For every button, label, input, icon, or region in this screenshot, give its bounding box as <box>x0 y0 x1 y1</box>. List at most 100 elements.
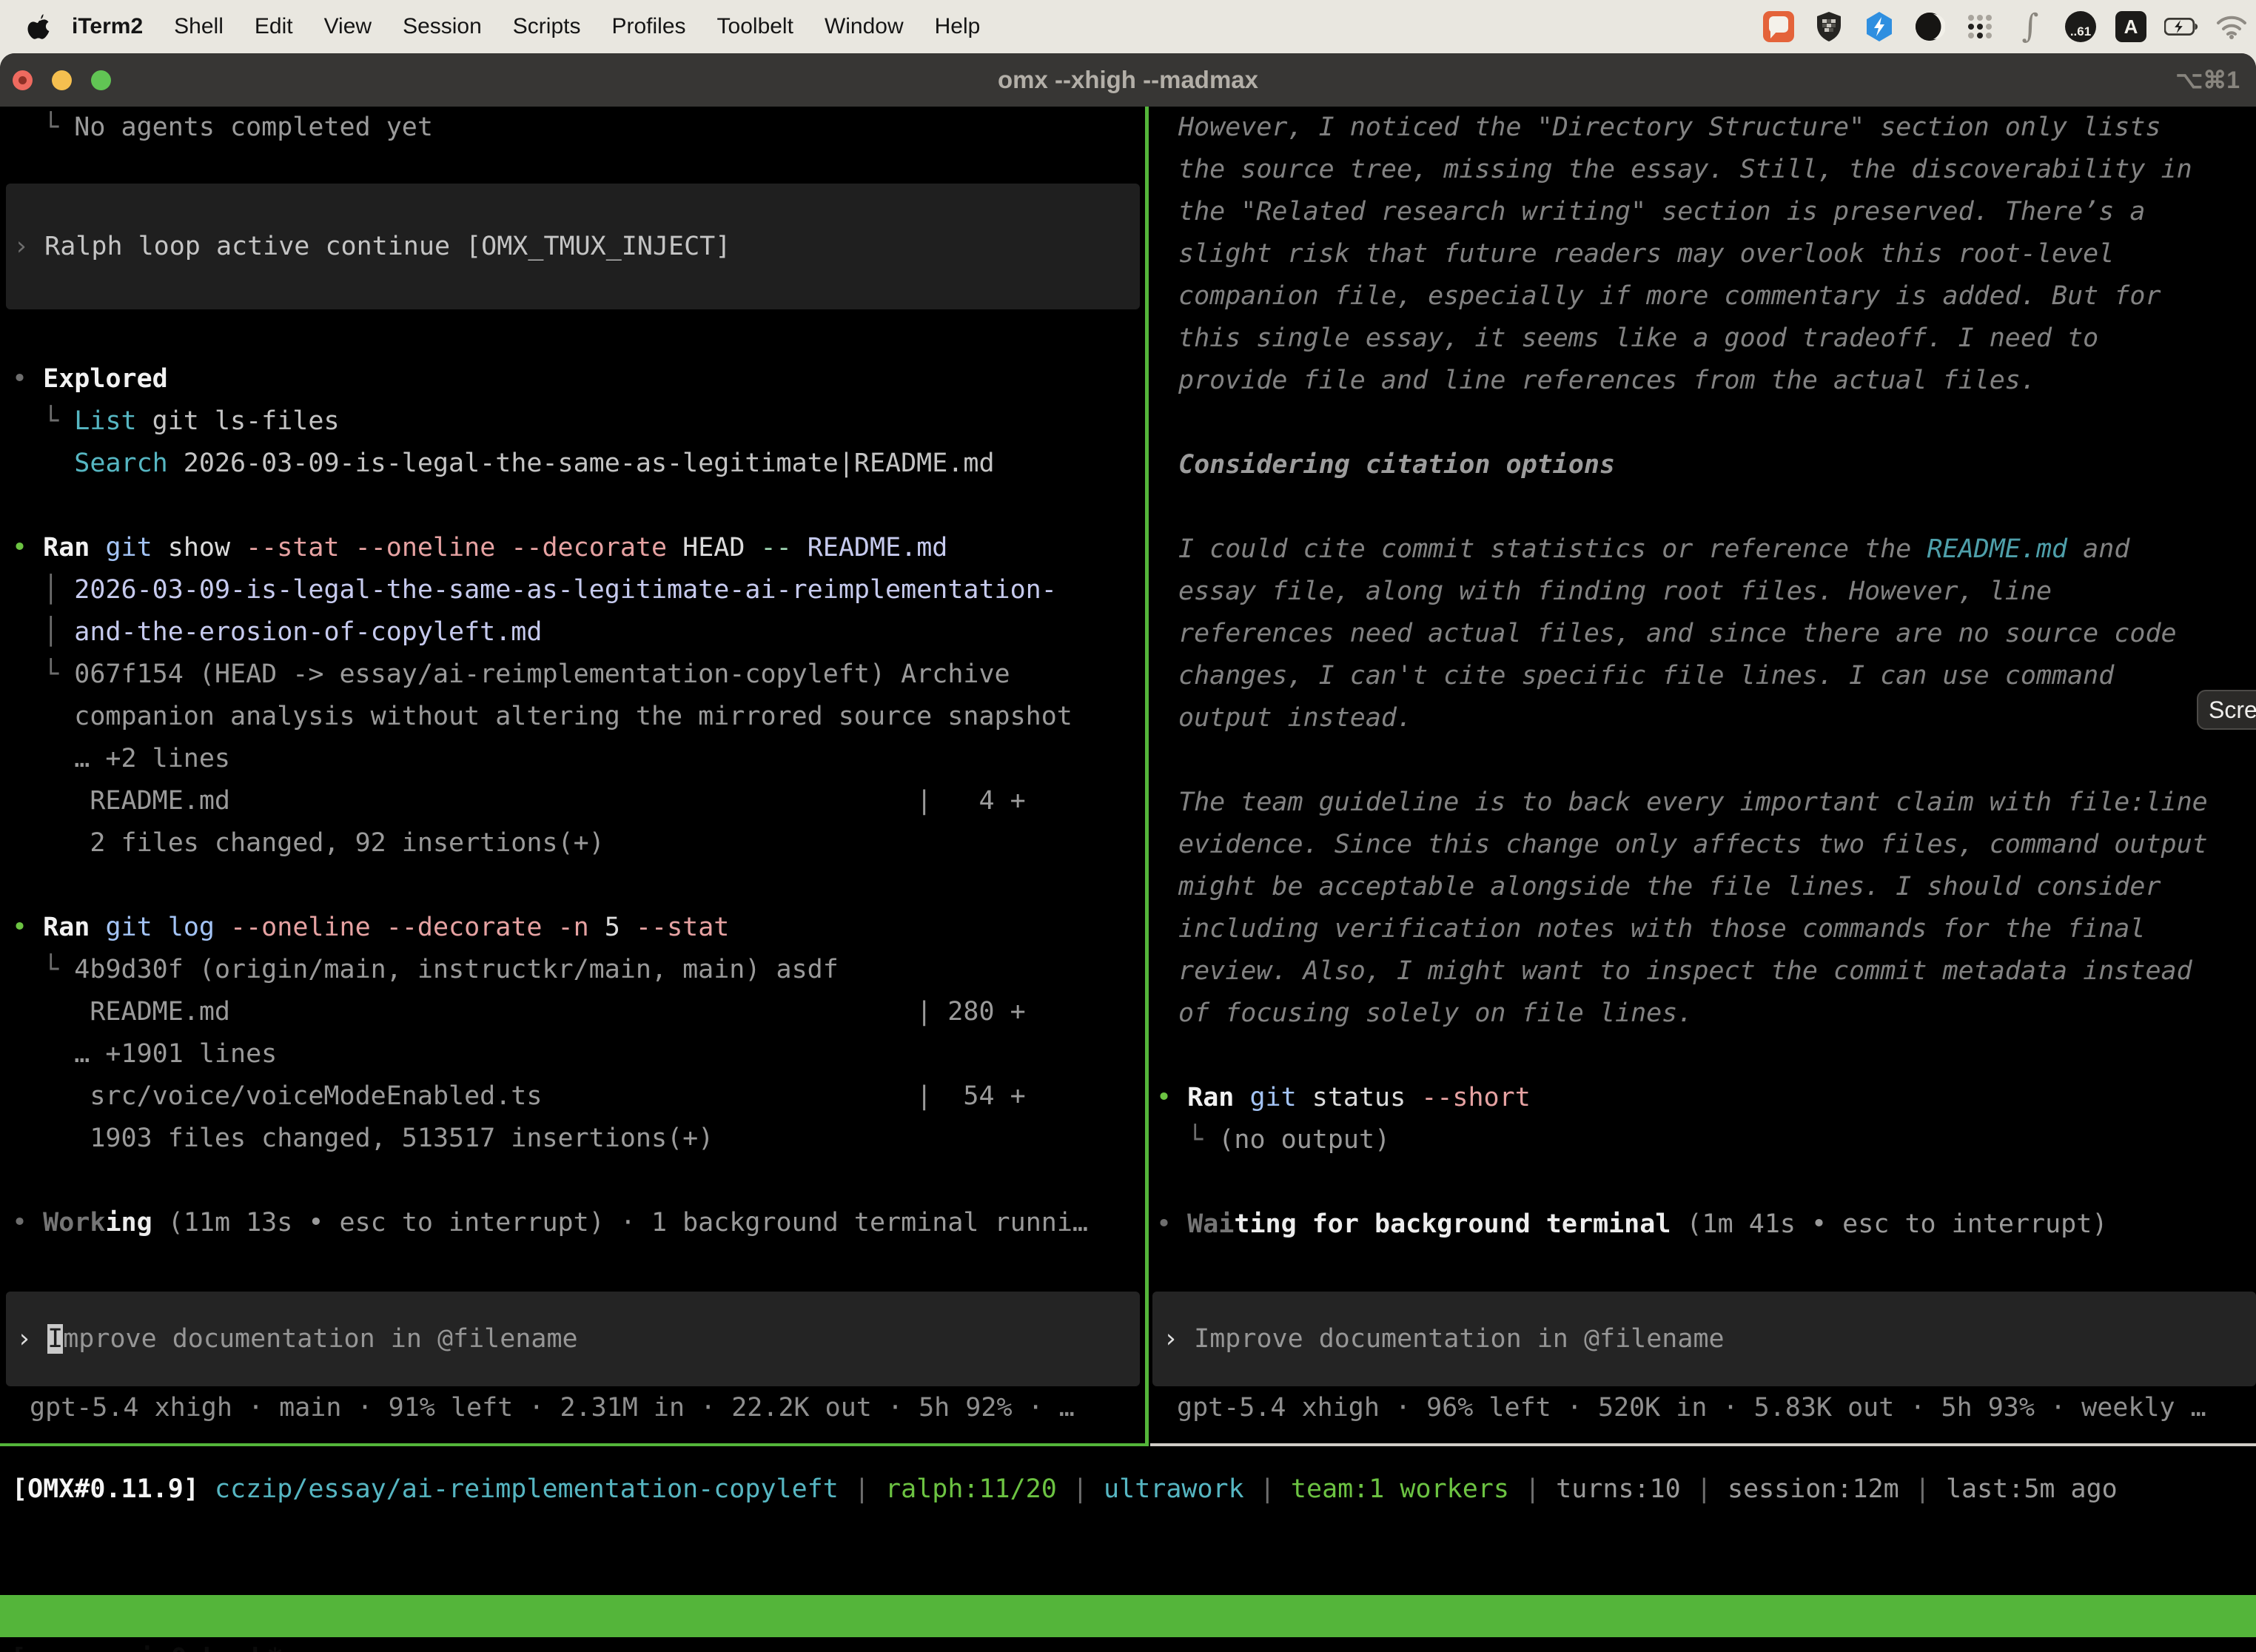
terminal-line: • Waiting for background terminal (1m 41… <box>1150 1203 2256 1246</box>
terminal-line: Search 2026-03-09-is-legal-the-same-as-l… <box>0 443 1146 485</box>
terminal-line: provide file and line references from th… <box>1150 360 2256 402</box>
terminal-blank-line <box>1150 739 2256 782</box>
right-pane-bottom-border <box>1150 1443 2256 1446</box>
right-pane-output: However, I noticed the "Directory Struct… <box>1150 107 2256 1246</box>
menu-item-view[interactable]: View <box>309 14 387 39</box>
screen-share-overlay-label: Scre <box>2209 696 2256 724</box>
omx-status-segment: ultrawork <box>1104 1474 1244 1504</box>
terminal-line: review. Also, I might want to inspect th… <box>1150 950 2256 993</box>
iterm-window: omx --xhigh --madmax ⌥⌘1 └ No agents com… <box>0 53 2256 1652</box>
terminal-line: • Ran git status --short <box>1150 1077 2256 1119</box>
input-source-icon[interactable]: A <box>2114 10 2148 44</box>
right-terminal-pane[interactable]: However, I noticed the "Directory Struct… <box>1150 107 2256 1443</box>
menu-item-help[interactable]: Help <box>919 14 996 39</box>
omx-status-segment: | <box>1509 1474 1556 1504</box>
screen-share-overlay-chip[interactable]: Scre <box>2197 690 2256 730</box>
terminal-line: └ 067f154 (HEAD -> essay/ai-reimplementa… <box>0 654 1146 696</box>
menu-items: iTerm2ShellEditViewSessionScriptsProfile… <box>56 14 996 39</box>
left-model-status-line: gpt-5.4 xhigh · main · 91% left · 2.31M … <box>30 1387 1075 1429</box>
menu-item-shell[interactable]: Shell <box>158 14 239 39</box>
shield-icon[interactable] <box>1812 10 1846 44</box>
terminal-line: might be acceptable alongside the file l… <box>1150 866 2256 908</box>
menu-bar: iTerm2ShellEditViewSessionScriptsProfile… <box>0 0 2256 53</box>
menu-status-icons: ∫ ..61 A <box>1762 0 2249 53</box>
tmux-pane-divider[interactable] <box>1145 107 1149 1446</box>
hook-icon[interactable]: ∫ <box>2013 10 2047 44</box>
battery-icon[interactable] <box>2164 10 2198 44</box>
tmux-session-label: [omx-cczip0:bash* <box>10 1637 283 1652</box>
hex-bolt-icon[interactable] <box>1862 10 1896 44</box>
omx-status-line: [OMX#0.11.9] cczip/essay/ai-reimplementa… <box>0 1468 2256 1511</box>
left-terminal-pane[interactable]: └ No agents completed yet› Ralph loop ac… <box>0 107 1146 1443</box>
wifi-icon[interactable] <box>2215 10 2249 44</box>
omx-status-segment: [OMX#0.11.9] <box>12 1474 215 1504</box>
terminal-line: … +2 lines <box>0 738 1146 780</box>
terminal-line: README.md | 4 + <box>0 780 1146 822</box>
menu-item-iterm2[interactable]: iTerm2 <box>56 14 158 39</box>
terminal-line: • Explored <box>0 358 1146 400</box>
window-title: omx --xhigh --madmax <box>0 66 2256 94</box>
terminal-line: changes, I can't cite specific file line… <box>1150 655 2256 697</box>
terminal-line: └ (no output) <box>1150 1119 2256 1161</box>
right-prompt-input[interactable]: › Improve documentation in @filename <box>1152 1292 2256 1386</box>
input-placeholder-text: mprove documentation in @filename <box>63 1324 577 1354</box>
menu-item-scripts[interactable]: Scripts <box>497 14 597 39</box>
terminal-blank-line <box>0 1160 1146 1202</box>
terminal-line: evidence. Since this change only affects… <box>1150 824 2256 866</box>
terminal-blank-line <box>1150 486 2256 528</box>
terminal-line: src/voice/voiceModeEnabled.ts | 54 + <box>0 1075 1146 1118</box>
omx-status-segment: team:1 workers <box>1291 1474 1509 1504</box>
left-pane-output: └ No agents completed yet› Ralph loop ac… <box>0 107 1146 1244</box>
terminal-blank-line <box>0 485 1146 527</box>
terminal-line: The team guideline is to back every impo… <box>1150 782 2256 824</box>
terminal-blank-line <box>1150 1035 2256 1077</box>
menu-item-edit[interactable]: Edit <box>239 14 309 39</box>
injected-prompt-box: › Ralph loop active continue [OMX_TMUX_I… <box>6 184 1140 309</box>
contrast-icon[interactable] <box>1913 10 1947 44</box>
menu-item-profiles[interactable]: Profiles <box>596 14 701 39</box>
chat-icon[interactable] <box>1762 10 1796 44</box>
terminal-line: 1903 files changed, 513517 insertions(+) <box>0 1118 1146 1160</box>
omx-status-segment: | <box>839 1474 885 1504</box>
window-titlebar[interactable]: omx --xhigh --madmax ⌥⌘1 <box>0 53 2256 107</box>
terminal-line: │ 2026-03-09-is-legal-the-same-as-legiti… <box>0 569 1146 611</box>
terminal-blank-line <box>0 309 1146 358</box>
menu-item-session[interactable]: Session <box>387 14 497 39</box>
terminal-line: • Ran git log --oneline --decorate -n 5 … <box>0 907 1146 949</box>
input-placeholder-text: Improve documentation in @filename <box>1194 1324 1724 1354</box>
terminal-line: However, I noticed the "Directory Struct… <box>1150 107 2256 149</box>
terminal-line: companion file, especially if more comme… <box>1150 275 2256 318</box>
terminal-line: • Working (11m 13s • esc to interrupt) ·… <box>0 1202 1146 1244</box>
terminal-line: the source tree, missing the essay. Stil… <box>1150 149 2256 191</box>
omx-status-segment: | <box>1899 1474 1946 1504</box>
dots-grid-icon[interactable] <box>1963 10 1997 44</box>
right-model-status-line: gpt-5.4 xhigh · 96% left · 520K in · 5.8… <box>1177 1387 2206 1429</box>
omx-status-segment: | <box>1057 1474 1104 1504</box>
terminal-line: 2 files changed, 92 insertions(+) <box>0 822 1146 864</box>
menu-item-toolbelt[interactable]: Toolbelt <box>702 14 809 39</box>
terminal-line: including verification notes with those … <box>1150 908 2256 950</box>
badge-61-icon[interactable]: ..61 <box>2064 10 2098 44</box>
apple-menu-icon[interactable] <box>27 12 52 41</box>
terminal-line: of focusing solely on file lines. <box>1150 993 2256 1035</box>
terminal-line: the "Related research writing" section i… <box>1150 191 2256 233</box>
terminal-line: companion analysis without altering the … <box>0 696 1146 738</box>
prompt-chevron: › <box>16 1324 47 1354</box>
terminal-line: I could cite commit statistics or refere… <box>1150 528 2256 571</box>
screen: iTerm2ShellEditViewSessionScriptsProfile… <box>0 0 2256 1652</box>
menu-item-window[interactable]: Window <box>809 14 919 39</box>
terminal-line: Considering citation options <box>1150 444 2256 486</box>
text-cursor: I <box>47 1324 63 1354</box>
terminal-line: slight risk that future readers may over… <box>1150 233 2256 275</box>
terminal-line: └ List git ls-files <box>0 400 1146 443</box>
left-prompt-input[interactable]: › Improve documentation in @filename <box>6 1292 1140 1386</box>
terminal-line: │ and-the-erosion-of-copyleft.md <box>0 611 1146 654</box>
terminal-line: references need actual files, and since … <box>1150 613 2256 655</box>
window-shortcut-hint: ⌥⌘1 <box>2175 66 2240 94</box>
omx-status-segment: | <box>1681 1474 1728 1504</box>
omx-status-segment: turns:10 <box>1556 1474 1681 1504</box>
terminal-line: essay file, along with finding root file… <box>1150 571 2256 613</box>
terminal-line: … +1901 lines <box>0 1033 1146 1075</box>
terminal-blank-line <box>0 864 1146 907</box>
terminal-line: README.md | 280 + <box>0 991 1146 1033</box>
